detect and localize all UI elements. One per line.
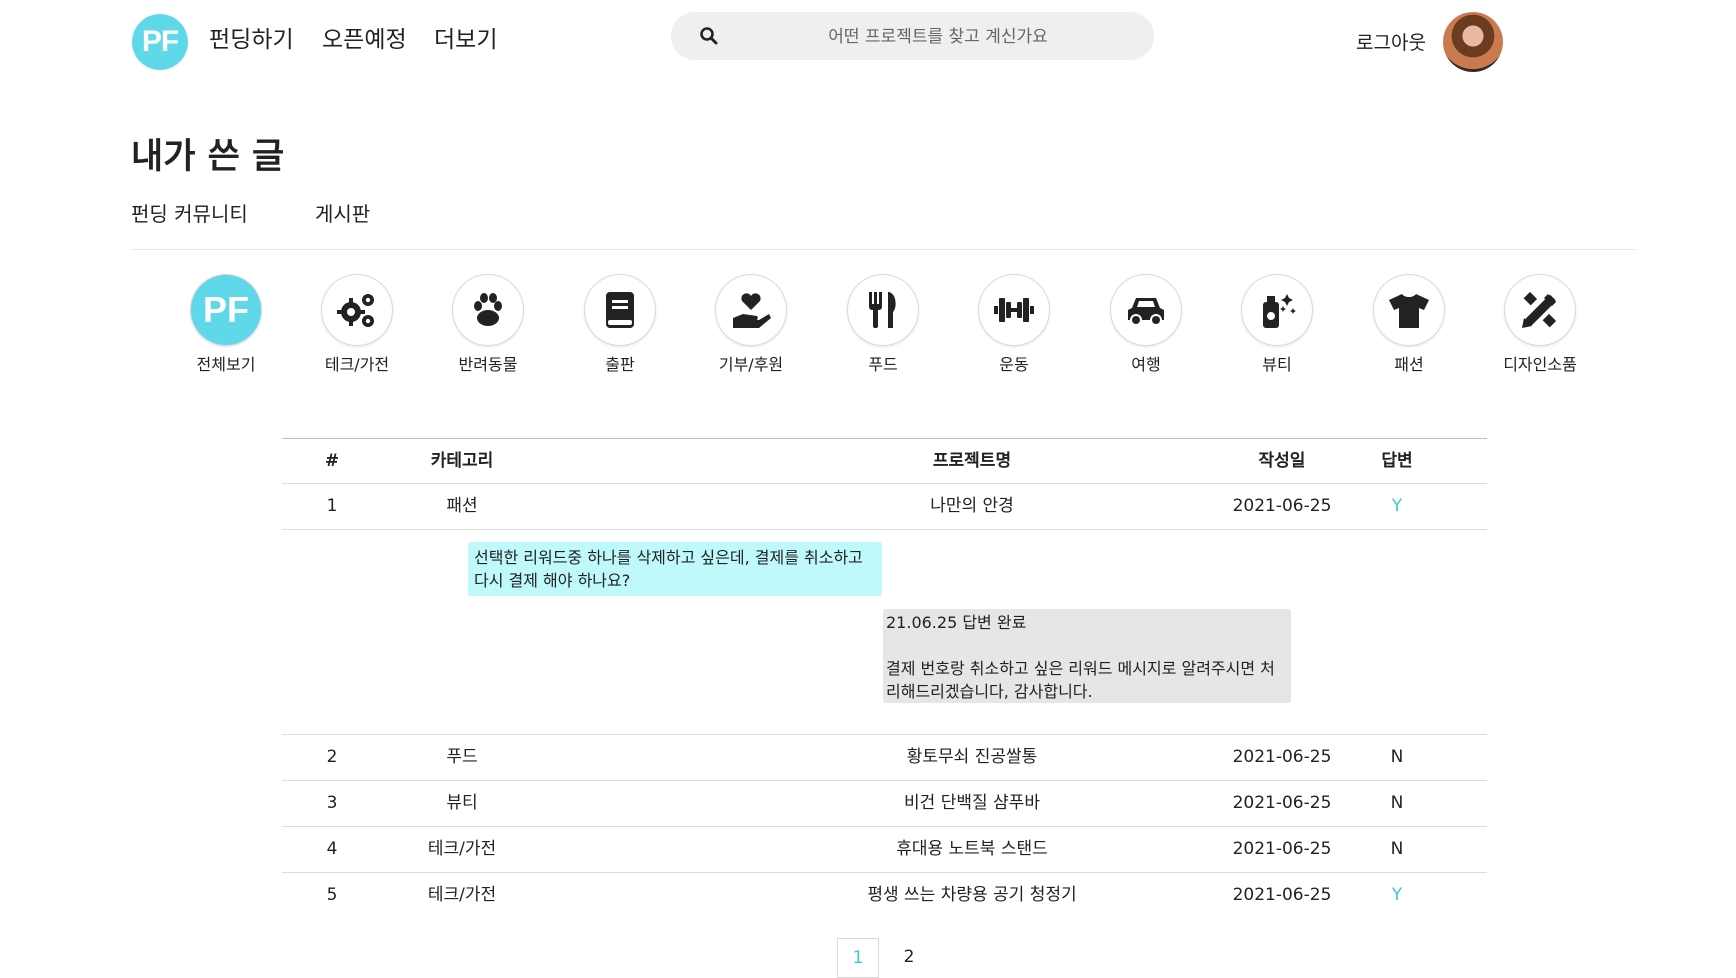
row-category: 푸드: [446, 747, 478, 767]
table-row[interactable]: 1 패션 나만의 안경 2021-06-25 Y: [282, 484, 1487, 530]
category-label: 여행: [1131, 355, 1161, 374]
gears-icon: [322, 275, 392, 345]
table-row[interactable]: 2 푸드 황토무쇠 진공쌀통 2021-06-25 N: [282, 735, 1487, 781]
row-num: 4: [326, 839, 338, 859]
category-label: 푸드: [868, 355, 898, 374]
tab-funding-community[interactable]: 펀딩 커뮤니티: [131, 198, 248, 227]
car-icon: [1111, 275, 1181, 345]
row-answer: N: [1390, 793, 1404, 813]
answer-line: 결제 번호랑 취소하고 싶은 리워드 메시지로 알려주시면 처: [886, 659, 1275, 678]
logout-link[interactable]: 로그아웃: [1356, 28, 1426, 55]
header-date: 작성일: [1258, 451, 1306, 471]
answer-line: 리해드리겠습니다, 감사합니다.: [886, 682, 1093, 701]
row-date: 2021-06-25: [1232, 839, 1332, 859]
answer-status: 21.06.25 답변 완료: [886, 613, 1027, 632]
header-project: 프로젝트명: [932, 451, 1012, 471]
row-answer: N: [1390, 839, 1404, 859]
category-label: 뷰티: [1262, 355, 1292, 374]
pencil-ruler-icon: [1505, 275, 1575, 345]
expanded-detail: 선택한 리워드중 하나를 삭제하고 싶은데, 결제를 취소하고 다시 결제 해야…: [282, 530, 1487, 735]
header-answer: 답변: [1381, 451, 1413, 471]
header-category: 카테고리: [430, 451, 494, 471]
category-publishing[interactable]: 출판: [565, 275, 675, 375]
category-food[interactable]: 푸드: [828, 275, 938, 375]
page-title: 내가 쓴 글: [131, 137, 285, 177]
row-project[interactable]: 비건 단백질 샴푸바: [802, 781, 1142, 826]
row-date: 2021-06-25: [1232, 885, 1332, 905]
pf-logo[interactable]: PF: [132, 14, 188, 70]
row-answer: Y: [1391, 885, 1403, 905]
row-project[interactable]: 휴대용 노트북 스탠드: [802, 827, 1142, 872]
category-all[interactable]: PF 전체보기: [171, 275, 281, 375]
nav-upcoming[interactable]: 오픈예정: [322, 20, 407, 54]
paw-icon: [453, 275, 523, 345]
category-label: 디자인소품: [1503, 355, 1577, 374]
page-2-button[interactable]: 2: [889, 938, 929, 976]
nav-more[interactable]: 더보기: [434, 20, 497, 54]
row-date: 2021-06-25: [1232, 496, 1332, 516]
book-icon: [585, 275, 655, 345]
spray-bottle-icon: [1242, 275, 1312, 345]
row-category: 테크/가전: [427, 885, 497, 905]
search-bar: [671, 12, 1154, 62]
row-num: 5: [326, 885, 338, 905]
answer-bubble: 21.06.25 답변 완료 결제 번호랑 취소하고 싶은 리워드 메시지로 알…: [883, 609, 1291, 703]
table-row[interactable]: 4 테크/가전 휴대용 노트북 스탠드 2021-06-25 N: [282, 827, 1487, 873]
row-category: 테크/가전: [427, 839, 497, 859]
category-pets[interactable]: 반려동물: [433, 275, 543, 375]
divider: [131, 249, 1636, 250]
avatar[interactable]: [1443, 12, 1503, 72]
category-label: 전체보기: [196, 355, 256, 374]
hand-heart-icon: [716, 275, 786, 345]
category-fashion[interactable]: 패션: [1354, 275, 1464, 375]
category-label: 출판: [605, 355, 635, 374]
table-row[interactable]: 3 뷰티 비건 단백질 샴푸바 2021-06-25 N: [282, 781, 1487, 827]
table-row[interactable]: 5 테크/가전 평생 쓰는 차량용 공기 청정기 2021-06-25 Y: [282, 873, 1487, 918]
page-1-button[interactable]: 1: [837, 938, 879, 978]
utensils-icon: [848, 275, 918, 345]
row-category: 뷰티: [446, 793, 478, 813]
category-label: 기부/후원: [718, 355, 784, 374]
category-label: 패션: [1394, 355, 1424, 374]
category-tech[interactable]: 테크/가전: [302, 275, 412, 375]
search-icon[interactable]: [699, 26, 719, 46]
tab-board[interactable]: 게시판: [315, 198, 370, 227]
row-date: 2021-06-25: [1232, 793, 1332, 813]
row-date: 2021-06-25: [1232, 747, 1332, 767]
row-project[interactable]: 황토무쇠 진공쌀통: [802, 735, 1142, 780]
posts-table: # 카테고리 프로젝트명 작성일 답변 1 패션 나만의 안경 2021-06-…: [282, 438, 1487, 918]
row-category: 패션: [446, 496, 478, 516]
category-label: 운동: [999, 355, 1029, 374]
header-num: #: [324, 451, 340, 471]
row-num: 3: [326, 793, 338, 813]
row-num: 2: [326, 747, 338, 767]
row-project[interactable]: 나만의 안경: [802, 484, 1142, 529]
nav-funding[interactable]: 펀딩하기: [209, 20, 294, 54]
tshirt-icon: [1374, 275, 1444, 345]
top-header: PF 펀딩하기 오픈예정 더보기 로그아웃: [0, 0, 1736, 80]
category-beauty[interactable]: 뷰티: [1222, 275, 1332, 375]
category-design[interactable]: 디자인소품: [1485, 275, 1595, 375]
question-line: 선택한 리워드중 하나를 삭제하고 싶은데, 결제를 취소하고: [474, 548, 863, 567]
category-label: 반려동물: [458, 355, 518, 374]
row-answer: N: [1390, 747, 1404, 767]
question-line: 다시 결제 해야 하나요?: [474, 571, 631, 590]
category-sports[interactable]: 운동: [959, 275, 1069, 375]
category-donation[interactable]: 기부/후원: [696, 275, 806, 375]
table-header: # 카테고리 프로젝트명 작성일 답변: [282, 438, 1487, 484]
question-bubble: 선택한 리워드중 하나를 삭제하고 싶은데, 결제를 취소하고 다시 결제 해야…: [468, 542, 882, 596]
row-project[interactable]: 평생 쓰는 차량용 공기 청정기: [802, 873, 1142, 918]
row-num: 1: [326, 496, 338, 516]
row-answer: Y: [1391, 496, 1403, 516]
dumbbell-icon: [979, 275, 1049, 345]
category-travel[interactable]: 여행: [1091, 275, 1201, 375]
search-input[interactable]: [741, 12, 1135, 62]
category-label: 테크/가전: [324, 355, 390, 374]
pf-logo-icon: PF: [191, 275, 261, 345]
